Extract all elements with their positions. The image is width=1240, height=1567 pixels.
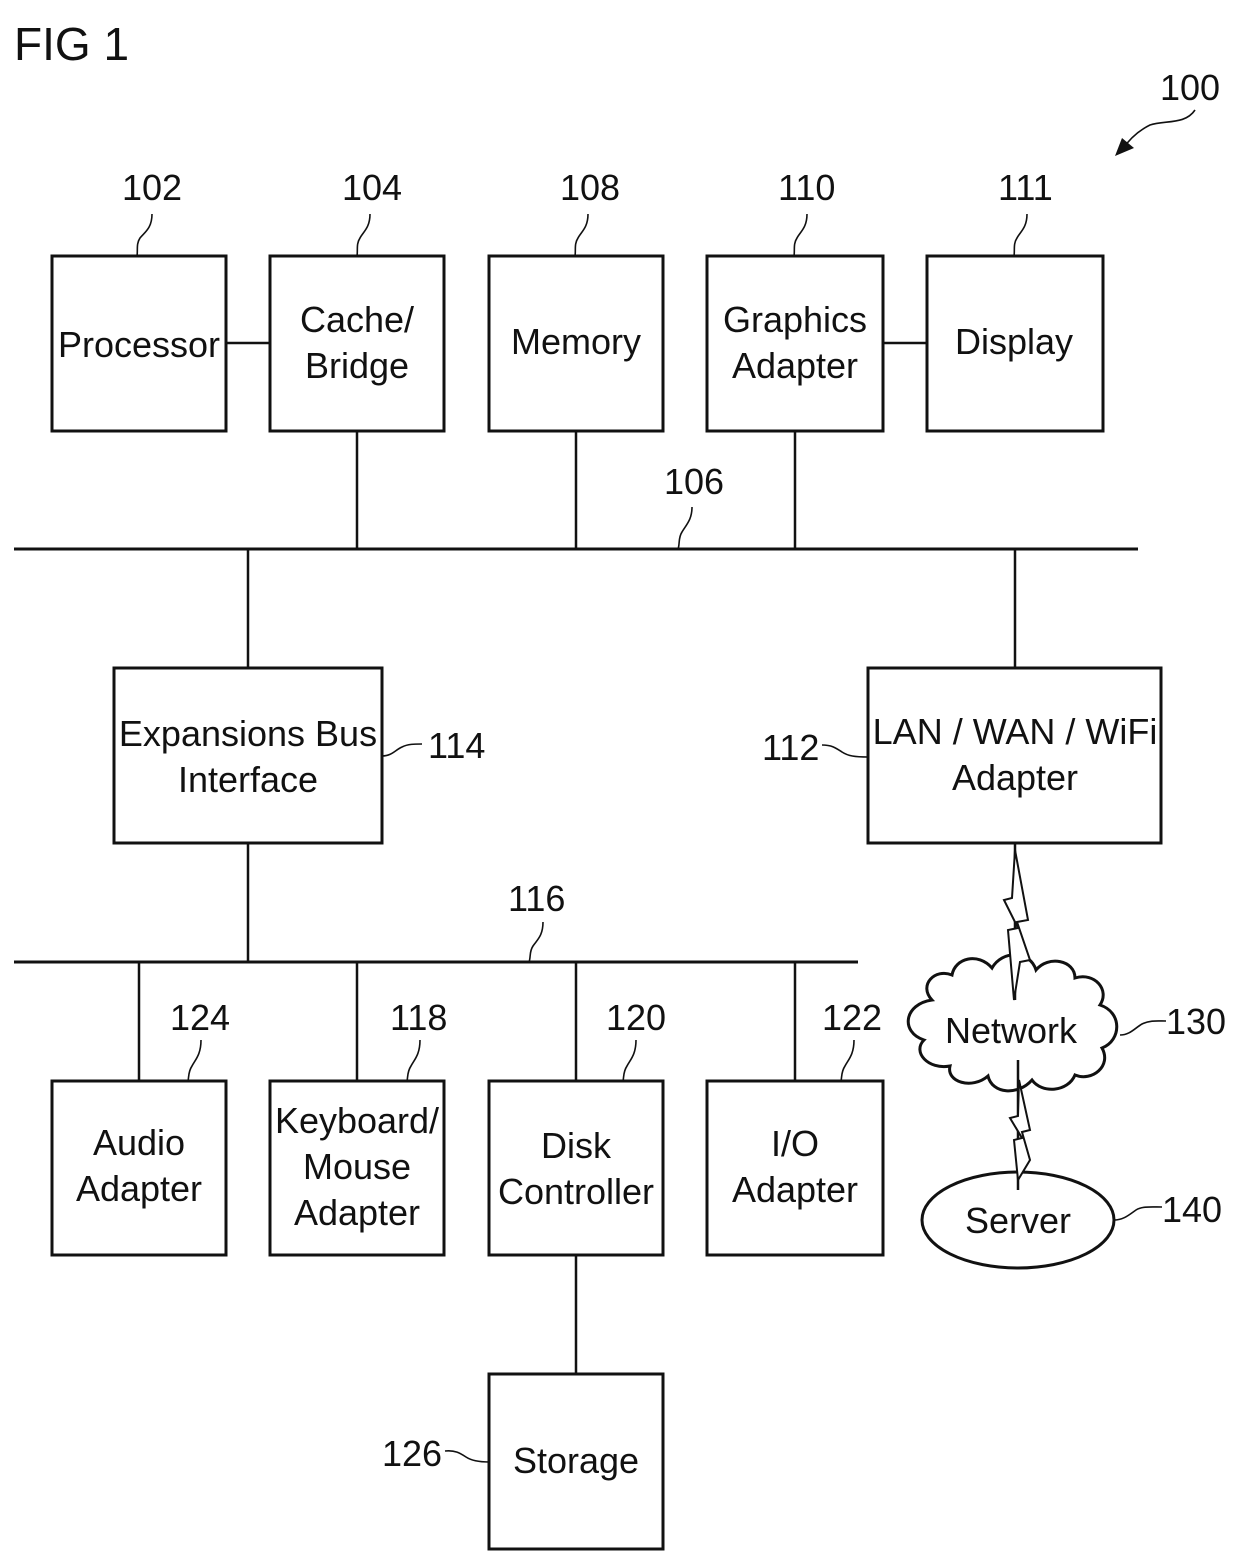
block-memory: Memory 108 xyxy=(487,167,665,433)
ref-leader-104 xyxy=(356,213,371,257)
ref-label-140: 140 xyxy=(1162,1189,1222,1230)
ref-leader-124 xyxy=(187,1039,202,1082)
figure-title: FIG 1 xyxy=(14,18,129,70)
keyboard-mouse-adapter-label-line-3: Adapter xyxy=(294,1192,420,1233)
disk-controller-label-line-1: Disk xyxy=(541,1125,612,1166)
ref-leader-102 xyxy=(136,213,153,257)
io-adapter-label-line-1: I/O xyxy=(771,1123,819,1164)
ref-label-114: 114 xyxy=(428,725,485,766)
ref-label-130: 130 xyxy=(1166,1001,1226,1042)
block-network: Network 130 xyxy=(906,953,1226,1093)
block-diagram: FIG 1 100 Processor 102 Cache/ Bridge 10… xyxy=(14,18,1226,1551)
ref-leader-112 xyxy=(821,744,869,758)
ref-label-106: 106 xyxy=(664,461,724,502)
ref-label-104: 104 xyxy=(342,167,402,208)
display-label: Display xyxy=(955,321,1073,362)
keyboard-mouse-adapter-label-line-2: Mouse xyxy=(303,1146,411,1187)
block-display: Display 111 xyxy=(925,167,1105,433)
lan-wan-wifi-adapter-box xyxy=(866,666,1163,845)
disk-controller-box xyxy=(487,1079,665,1257)
ref-leader-106 xyxy=(677,506,693,550)
block-expansion-bus-interface: Expansions Bus Interface 114 xyxy=(112,666,485,845)
block-server: Server 140 xyxy=(920,1170,1222,1270)
block-cache-bridge: Cache/ Bridge 104 xyxy=(268,167,446,433)
lan-wan-wifi-adapter-label-line-1: LAN / WAN / WiFi xyxy=(873,711,1158,752)
ref-leader-140 xyxy=(1113,1206,1163,1221)
ref-label-110: 110 xyxy=(778,167,835,208)
ref-leader-116 xyxy=(528,921,544,963)
processor-label: Processor xyxy=(58,324,220,365)
ref-label-111: 111 xyxy=(998,167,1053,208)
ref-leader-130 xyxy=(1119,1020,1167,1036)
graphics-adapter-box xyxy=(705,254,885,433)
expansion-bus-interface-box xyxy=(112,666,384,845)
ref-label-126: 126 xyxy=(382,1433,442,1474)
lan-wan-wifi-adapter-label-line-2: Adapter xyxy=(952,757,1078,798)
block-disk-controller: Disk Controller 120 xyxy=(487,997,666,1257)
block-lan-wan-wifi-adapter: LAN / WAN / WiFi Adapter 112 xyxy=(762,666,1163,845)
ref-label-102: 102 xyxy=(122,167,182,208)
io-adapter-box xyxy=(705,1079,885,1257)
system-ref-arrowhead-icon xyxy=(1115,138,1134,156)
ref-leader-110 xyxy=(793,213,808,257)
block-processor: Processor 102 xyxy=(50,167,228,433)
ref-label-122: 122 xyxy=(822,997,882,1038)
block-audio-adapter: Audio Adapter 124 xyxy=(50,997,230,1257)
block-keyboard-mouse-adapter: Keyboard/ Mouse Adapter 118 xyxy=(268,997,447,1257)
cache-bridge-label-line-1: Cache/ xyxy=(300,299,414,340)
ref-leader-118 xyxy=(406,1039,421,1082)
graphics-adapter-label-line-1: Graphics xyxy=(723,299,867,340)
ref-leader-111 xyxy=(1013,213,1028,257)
server-label: Server xyxy=(965,1200,1071,1241)
ref-leader-108 xyxy=(574,213,589,257)
ref-label-108: 108 xyxy=(560,167,620,208)
ref-label-112: 112 xyxy=(762,727,819,768)
audio-adapter-label-line-2: Adapter xyxy=(76,1168,202,1209)
ref-label-118: 118 xyxy=(390,997,447,1038)
graphics-adapter-label-line-2: Adapter xyxy=(732,345,858,386)
io-adapter-label-line-2: Adapter xyxy=(732,1169,858,1210)
system-ref-leader xyxy=(1121,109,1196,151)
ref-label-124: 124 xyxy=(170,997,230,1038)
cache-bridge-box xyxy=(268,254,446,433)
lightning-bolt-icon xyxy=(1008,1079,1032,1184)
ref-label-116: 116 xyxy=(508,878,565,919)
audio-adapter-label-line-1: Audio xyxy=(93,1122,185,1163)
ref-leader-114 xyxy=(381,743,423,757)
network-label: Network xyxy=(945,1010,1078,1051)
expansion-bus-interface-label-line-1: Expansions Bus xyxy=(119,713,377,754)
memory-label: Memory xyxy=(511,321,641,362)
cache-bridge-label-line-2: Bridge xyxy=(305,345,409,386)
block-storage: Storage 126 xyxy=(382,1372,665,1551)
ref-leader-120 xyxy=(622,1039,637,1082)
keyboard-mouse-adapter-label-line-1: Keyboard/ xyxy=(275,1100,439,1141)
ref-leader-122 xyxy=(840,1039,855,1082)
block-graphics-adapter: Graphics Adapter 110 xyxy=(705,167,885,433)
ref-leader-126 xyxy=(444,1450,490,1463)
disk-controller-label-line-2: Controller xyxy=(498,1171,654,1212)
ref-label-100: 100 xyxy=(1160,67,1220,108)
expansion-bus-interface-label-line-2: Interface xyxy=(178,759,318,800)
ref-label-120: 120 xyxy=(606,997,666,1038)
storage-label: Storage xyxy=(513,1440,639,1481)
